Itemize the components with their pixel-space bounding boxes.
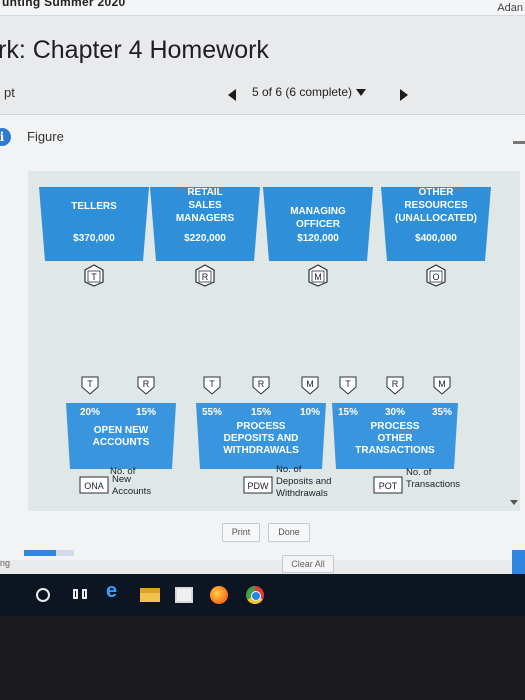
activity-1-percent-2: 10% — [300, 407, 320, 418]
store-icon[interactable] — [175, 587, 193, 603]
question-select-label: 5 of 6 (6 complete) — [252, 85, 353, 99]
activity-1-cost-object: PDW — [248, 481, 270, 491]
clear-all-button[interactable]: Clear All — [282, 555, 334, 573]
browser-viewport: unting Summer 2020 Adan rk: Chapter 4 Ho… — [0, 0, 525, 616]
resource-3-amount: $400,000 — [415, 233, 457, 244]
activity-0-line-1: ACCOUNTS — [93, 437, 150, 448]
activity-1-line-2: WITHDRAWALS — [223, 445, 299, 456]
diagram-canvas: TELLERS $370,000 T RETAIL SALES MANAGERS $220,… — [28, 171, 520, 511]
question-pager: 5 of 6 (6 complete) — [228, 85, 418, 105]
activity-0-percent-0: 20% — [80, 407, 100, 418]
resource-0-line-0: TELLERS — [71, 201, 117, 212]
resource-2-code-letter: M — [314, 272, 322, 282]
course-name: unting Summer 2020 — [2, 0, 126, 9]
resource-2-line-0: MANAGING — [290, 206, 346, 217]
resource-0-box — [39, 187, 149, 261]
cost-allocation-figure: TELLERS $370,000 T RETAIL SALES MANAGERS $220,… — [0, 157, 525, 531]
resource-3-line-2: (UNALLOCATED) — [395, 213, 477, 224]
scroll-down-icon[interactable] — [510, 500, 518, 505]
activity-1-driver-2-letter: M — [306, 379, 314, 389]
activity-0-percent-1: 15% — [136, 407, 156, 418]
activity-1-cost-line-2: Withdrawals — [276, 488, 328, 499]
activity-1-driver-1-letter: R — [258, 379, 265, 389]
activity-2-driver-2-letter: M — [438, 379, 446, 389]
activity-1-percent-1: 15% — [251, 407, 271, 418]
resource-3-line-0: OTHER — [419, 187, 455, 198]
resource-1-line-2: MANAGERS — [176, 213, 235, 224]
previous-question-button[interactable] — [228, 89, 236, 101]
resource-1-line-1: SALES — [188, 200, 222, 211]
activity-2-percent-2: 35% — [432, 407, 452, 418]
resource-3-box — [381, 187, 491, 261]
course-header: unting Summer 2020 Adan — [0, 0, 525, 16]
activity-2-cost-object: POT — [379, 481, 398, 491]
resource-3-line-1: RESOURCES — [404, 200, 468, 211]
activity-1-cost-line-0: No. of — [276, 464, 302, 475]
minimize-icon[interactable] — [513, 141, 525, 144]
resource-1-line-0: RETAIL — [187, 187, 222, 198]
activity-1-line-0: PROCESS — [237, 421, 286, 432]
resource-1-box — [150, 187, 260, 261]
user-name[interactable]: Adan — [497, 2, 523, 14]
activity-2-line-0: PROCESS — [371, 421, 420, 432]
search-icon[interactable] — [36, 588, 50, 602]
activity-2-driver-0-letter: T — [345, 379, 351, 389]
points-label: pt — [4, 85, 15, 100]
activity-1-line-1: DEPOSITS AND — [224, 433, 299, 444]
done-button[interactable]: Done — [268, 523, 310, 542]
page-title: rk: Chapter 4 Homework — [0, 36, 269, 64]
resource-2-line-1: OFFICER — [296, 219, 341, 230]
activity-2-cost-line-0: No. of — [406, 467, 432, 478]
next-question-button[interactable] — [400, 89, 408, 101]
activity-2-cost-line-1: Transactions — [406, 479, 460, 490]
file-explorer-icon[interactable] — [140, 588, 160, 602]
side-label: ng — [0, 558, 11, 568]
firefox-icon[interactable] — [210, 586, 228, 604]
info-icon: i — [0, 128, 11, 146]
resource-0-code-letter: T — [91, 272, 97, 282]
chrome-icon[interactable] — [246, 586, 264, 604]
activity-0-cost-line-2: Accounts — [112, 486, 151, 497]
progress-bar-track — [56, 550, 74, 556]
activity-2-line-1: OTHER — [378, 433, 414, 444]
activity-1-driver-0-letter: T — [209, 379, 215, 389]
resource-0-amount: $370,000 — [73, 233, 115, 244]
activity-0-cost-line-1: New — [112, 474, 131, 485]
activity-2-percent-0: 15% — [338, 407, 358, 418]
progress-bar-fill — [24, 550, 56, 556]
activity-0-line-0: OPEN NEW — [94, 425, 149, 436]
print-button[interactable]: Print — [222, 523, 260, 542]
activity-2-percent-1: 30% — [385, 407, 405, 418]
resource-1-amount: $220,000 — [184, 233, 226, 244]
activity-2-line-2: TRANSACTIONS — [355, 445, 435, 456]
activity-0-driver-1-letter: R — [143, 379, 150, 389]
windows-taskbar: e — [0, 574, 525, 616]
activity-2-driver-1-letter: R — [392, 379, 399, 389]
activity-1-percent-0: 55% — [202, 407, 222, 418]
resource-1-code-letter: R — [202, 272, 209, 282]
resource-2-amount: $120,000 — [297, 233, 339, 244]
activity-0-cost-object: ONA — [84, 481, 104, 491]
figure-title: Figure — [27, 129, 64, 144]
task-view-icon[interactable] — [72, 586, 90, 604]
edge-icon[interactable]: e — [106, 580, 124, 602]
chevron-down-icon — [356, 89, 367, 97]
resource-3-code-letter: O — [432, 272, 439, 282]
activity-0-driver-0-letter: T — [87, 379, 93, 389]
question-select[interactable]: 5 of 6 (6 complete) — [252, 85, 367, 99]
figure-dialog: i Figure TELLERS $370,000 T RETAIL SALES MANA… — [0, 114, 525, 560]
activity-1-cost-line-1: Deposits and — [276, 476, 331, 487]
